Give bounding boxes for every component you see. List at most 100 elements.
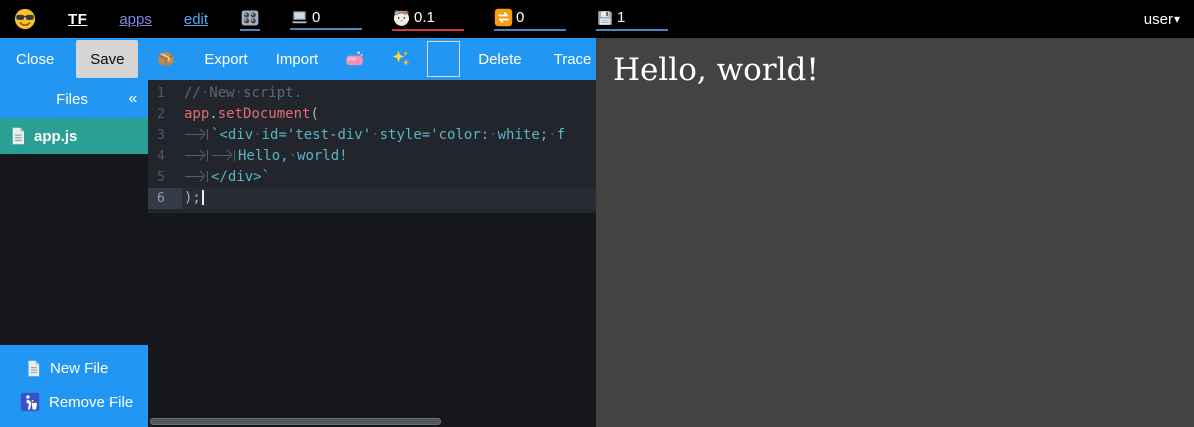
tab-whitespace-marker	[184, 150, 208, 161]
editor-body: Files « app.js	[0, 80, 596, 427]
sunglasses-face-icon[interactable]	[14, 8, 36, 30]
editor-column: Close Save Export Import	[0, 38, 596, 427]
code-line[interactable]: 3`<div·id='test-div'·style='color:·white…	[148, 125, 596, 146]
files-sidebar: Files « app.js	[0, 80, 148, 427]
text-cursor	[202, 190, 204, 205]
new-page-icon	[26, 360, 41, 377]
import-button[interactable]: Import	[274, 51, 321, 68]
code-token: //	[184, 85, 201, 101]
code-line[interactable]: 1//·New·script.	[148, 83, 596, 104]
code-token: (	[310, 106, 318, 122]
laptop-counter[interactable]: 0	[290, 8, 362, 30]
code-line-text: //·New·script.	[182, 83, 596, 104]
save-button[interactable]: Save	[76, 40, 138, 78]
code-token: ·	[289, 148, 297, 164]
user-menu-label: user	[1144, 11, 1173, 28]
code-token: New	[209, 85, 234, 101]
trace-button[interactable]: Trace	[552, 51, 594, 68]
code-line-text: Hello,·world!	[182, 146, 596, 167]
top-bar: TF apps edit 0	[0, 0, 1194, 38]
document-icon	[10, 127, 26, 145]
soap-icon[interactable]	[344, 49, 365, 69]
laptop-counter-value: 0	[312, 9, 320, 26]
code-token: ·	[489, 127, 497, 143]
file-item-appjs[interactable]: app.js	[0, 118, 148, 154]
line-number: 5	[148, 167, 182, 188]
refresh-icon	[494, 8, 513, 27]
new-file-label: New File	[50, 360, 108, 377]
new-file-button[interactable]: New File	[0, 351, 148, 385]
tab-whitespace-marker	[184, 129, 208, 140]
code-line[interactable]: 5 </div>`	[148, 167, 596, 188]
files-title: Files	[0, 91, 118, 108]
code-token: white;	[498, 127, 549, 143]
hamster-counter-value: 0.1	[414, 9, 435, 26]
refresh-counter[interactable]: 0	[494, 7, 566, 31]
collapse-sidebar-button[interactable]: «	[118, 90, 148, 108]
sidebar-actions: New File Remove File	[0, 345, 148, 427]
floppy-counter-value: 1	[617, 9, 625, 26]
tab-whitespace-marker	[211, 150, 235, 161]
code-token: script.	[243, 85, 302, 101]
sidebar-empty-area	[0, 154, 148, 345]
code-token: ·	[548, 127, 556, 143]
code-rows: 1//·New·script.2app.setDocument(3`<div·i…	[148, 80, 596, 213]
preview-hello-text: Hello, world!	[613, 52, 1194, 88]
control-knobs-icon[interactable]	[240, 8, 260, 31]
file-name: app.js	[34, 128, 77, 145]
refresh-counter-value: 0	[516, 9, 524, 26]
code-line-text: </div>`	[182, 167, 596, 188]
code-token: app	[184, 106, 209, 122]
floppy-counter[interactable]: 1	[596, 8, 668, 31]
close-button[interactable]: Close	[14, 51, 56, 68]
code-token: .	[209, 106, 217, 122]
code-token: </div>`	[211, 169, 270, 185]
code-line[interactable]: 4Hello,·world!	[148, 146, 596, 167]
code-token: ·	[235, 85, 243, 101]
home-link[interactable]: TF	[68, 11, 87, 28]
delete-button[interactable]: Delete	[476, 51, 523, 68]
package-icon[interactable]	[156, 49, 176, 69]
code-token: id='test-div'	[262, 127, 372, 143]
chevron-down-icon: ▾	[1174, 12, 1180, 26]
hamster-icon	[392, 8, 411, 27]
line-number: 2	[148, 104, 182, 125]
code-token: );	[184, 190, 201, 206]
code-token: style='color:	[380, 127, 490, 143]
code-line-text: app.setDocument(	[182, 104, 596, 125]
editor-toolbar: Close Save Export Import	[0, 38, 596, 80]
line-number: 1	[148, 83, 182, 104]
horizontal-scrollbar[interactable]	[150, 418, 441, 425]
code-line-text: `<div·id='test-div'·style='color:·white;…	[182, 125, 596, 146]
sparkles-icon[interactable]	[391, 49, 411, 69]
tab-whitespace-marker	[184, 171, 208, 182]
floppy-disk-icon	[596, 9, 614, 27]
code-token: ·	[371, 127, 379, 143]
apps-link[interactable]: apps	[119, 11, 152, 28]
code-token: `<div	[211, 127, 253, 143]
main-area: Close Save Export Import	[0, 38, 1194, 427]
preview-pane: Hello, world!	[596, 38, 1194, 427]
code-token: f	[557, 127, 565, 143]
code-line-text: );	[182, 188, 596, 209]
toolbar-text-input[interactable]	[427, 41, 460, 77]
laptop-icon	[290, 9, 309, 26]
line-number: 3	[148, 125, 182, 146]
code-token: ·	[253, 127, 261, 143]
remove-file-button[interactable]: Remove File	[0, 385, 148, 419]
litter-bin-icon	[20, 392, 40, 412]
code-token: setDocument	[218, 106, 311, 122]
code-line[interactable]: 2app.setDocument(	[148, 104, 596, 125]
code-editor[interactable]: 1//·New·script.2app.setDocument(3`<div·i…	[148, 80, 596, 427]
files-header: Files «	[0, 80, 148, 118]
export-button[interactable]: Export	[202, 51, 249, 68]
line-number: 6	[148, 188, 182, 209]
hamster-counter[interactable]: 0.1	[392, 7, 464, 31]
line-number: 4	[148, 146, 182, 167]
edit-link[interactable]: edit	[184, 11, 208, 28]
code-line[interactable]: 6);	[148, 188, 596, 209]
user-menu[interactable]: user ▾	[1144, 11, 1180, 28]
code-token: world!	[297, 148, 348, 164]
remove-file-label: Remove File	[49, 394, 133, 411]
code-token: Hello,	[238, 148, 289, 164]
